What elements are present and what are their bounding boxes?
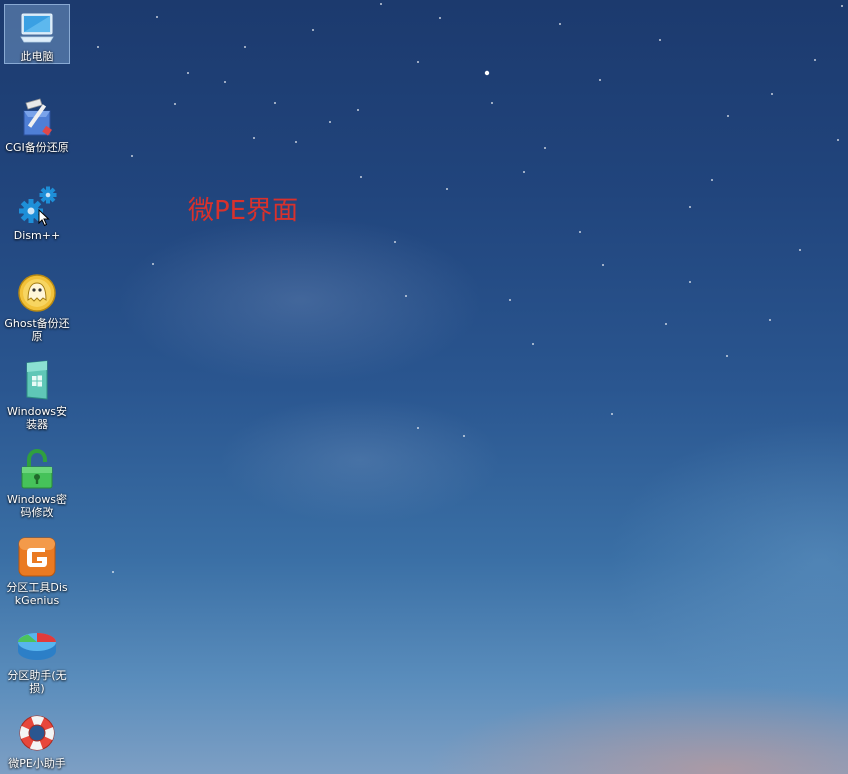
padlock-icon (16, 448, 58, 490)
star (187, 72, 189, 74)
star (523, 171, 525, 173)
star (509, 299, 511, 301)
star (711, 179, 713, 181)
desktop-icon-label: 此电脑 (20, 50, 54, 63)
star (599, 79, 601, 81)
star (484, 70, 490, 76)
desktop-icon-wepe-helper[interactable]: 微PE小助手 (4, 708, 70, 770)
star (799, 249, 801, 251)
star (244, 46, 246, 48)
star (769, 319, 771, 321)
star (726, 355, 728, 357)
partition-assistant-icon (16, 624, 58, 666)
star (417, 427, 419, 429)
star (532, 343, 534, 345)
desktop-icon-diskgenius[interactable]: 分区工具DiskGenius (4, 532, 70, 607)
cgi-backup-icon (16, 96, 58, 138)
star (357, 109, 359, 111)
star (814, 59, 816, 61)
star (312, 29, 314, 31)
desktop-icon-windows-password[interactable]: Windows密码修改 (4, 444, 70, 519)
desktop-icon-cgi-backup[interactable]: CGI备份还原 (4, 92, 70, 154)
star (131, 155, 133, 157)
star (329, 121, 331, 123)
desktop-icon-label: Windows安装器 (6, 405, 68, 431)
desktop-icon-windows-installer[interactable]: Windows安装器 (4, 356, 70, 431)
star (174, 103, 176, 105)
desktop-icon-label: CGI备份还原 (5, 141, 69, 154)
overlay-title: 微PE界面 (188, 196, 299, 226)
ghost-icon (16, 272, 58, 314)
gears-icon (16, 184, 58, 226)
star (152, 263, 154, 265)
starfield (97, 3, 843, 573)
star (439, 17, 441, 19)
star (360, 176, 362, 178)
desktop-icon-partition-assistant[interactable]: 分区助手(无损) (4, 620, 70, 695)
star (771, 93, 773, 95)
desktop-icon-label: Dism++ (13, 229, 61, 242)
star (112, 571, 114, 573)
desktop-icon-label: 分区助手(无损) (7, 669, 67, 695)
star (689, 206, 691, 208)
desktop-icon-dism[interactable]: Dism++ (4, 180, 70, 242)
star (841, 5, 843, 7)
star (602, 264, 604, 266)
desktop-icon-this-pc[interactable]: 此电脑 (4, 4, 70, 64)
star (727, 115, 729, 117)
star (274, 102, 276, 104)
star (665, 323, 667, 325)
star (417, 61, 419, 63)
star (559, 23, 561, 25)
star (491, 102, 493, 104)
desktop[interactable]: 此电脑 CGI备份还原 Dism++ Ghost备份还原 Windows安装器 … (0, 0, 848, 774)
star (405, 295, 407, 297)
star (253, 137, 255, 139)
star (295, 141, 297, 143)
star (394, 241, 396, 243)
star (463, 435, 465, 437)
desktop-icon-ghost[interactable]: Ghost备份还原 (4, 268, 70, 343)
desktop-icon-label: Ghost备份还原 (4, 317, 70, 343)
star (380, 3, 382, 5)
star (224, 81, 226, 83)
lifebuoy-icon (16, 712, 58, 754)
diskgenius-icon (16, 536, 58, 578)
desktop-icon-label: 分区工具DiskGenius (6, 581, 68, 607)
star (659, 39, 661, 41)
star (446, 188, 448, 190)
star (156, 16, 158, 18)
star (544, 147, 546, 149)
mouse-cursor-icon (38, 208, 50, 231)
computer-icon (16, 9, 58, 47)
star (611, 413, 613, 415)
desktop-icon-label: 微PE小助手 (8, 757, 66, 770)
desktop-icon-label: Windows密码修改 (6, 493, 68, 519)
star (689, 281, 691, 283)
star (97, 46, 99, 48)
windows-installer-icon (16, 360, 58, 402)
star (579, 231, 581, 233)
star (837, 139, 839, 141)
